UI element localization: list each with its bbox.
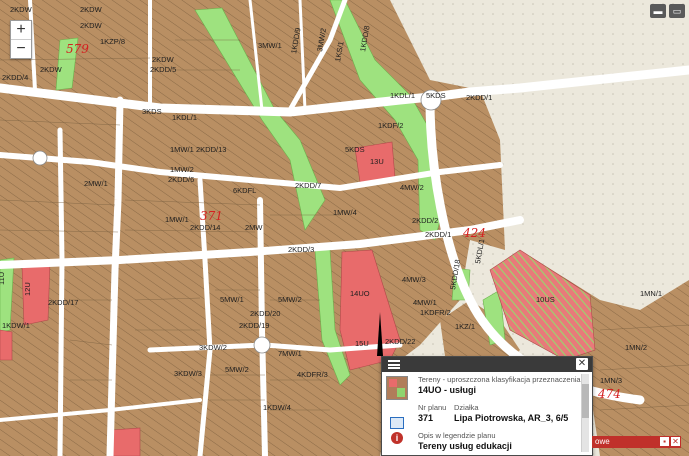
zone-label: 4KDFR/3 xyxy=(297,370,328,379)
zone-label: 1KZ/1 xyxy=(455,322,475,331)
zone-label: 6KDFL xyxy=(233,186,256,195)
zone-label: 4MW/1 xyxy=(413,298,437,307)
zone-label: 2KDD/6 xyxy=(168,175,194,184)
close-icon[interactable]: ✕ xyxy=(576,358,588,370)
zone-label: 2KDW xyxy=(40,65,63,74)
zone-label: 2MW xyxy=(245,223,263,232)
legend-value: Tereny usług edukacji xyxy=(418,441,512,451)
zone-label: 1MW/1 xyxy=(165,215,189,224)
close-icon[interactable]: ✕ xyxy=(671,437,680,446)
zone-label: 2KDD/19 xyxy=(239,321,269,330)
zone-label: 2KDW xyxy=(80,5,103,14)
popup-body: Tereny - uproszczona klasyfikacja przezn… xyxy=(382,372,592,455)
zone-label: 2KDD/2 xyxy=(412,216,438,225)
zone-label: 1MW/4 xyxy=(333,208,357,217)
zone-label: 1MW/2 xyxy=(170,165,194,174)
plan-label: Nr planu xyxy=(418,403,447,412)
zone-label: 1KDL/1 xyxy=(172,113,197,122)
zone-label: 1KDF/2 xyxy=(378,121,403,130)
roundabout xyxy=(253,336,271,354)
zone-label: 5KDS xyxy=(345,145,365,154)
zone-label: 10US xyxy=(536,295,555,304)
zone-label: 3KDS xyxy=(142,107,162,116)
zone-label: 2KDW xyxy=(152,55,175,64)
zone-label: 1MW/1 xyxy=(170,145,194,154)
popup-scrollbar[interactable] xyxy=(581,374,589,452)
zone-label: 5MW/2 xyxy=(278,295,302,304)
popup-header: ✕ xyxy=(382,357,592,372)
menu-icon[interactable] xyxy=(388,360,400,369)
zone-label: 5MW/2 xyxy=(225,365,249,374)
layer-thumbnail-icon xyxy=(386,376,408,400)
zone-label: 2KDW xyxy=(80,21,103,30)
zone-label: 12U xyxy=(23,282,32,296)
zoom-in-button[interactable]: + xyxy=(11,21,31,40)
plan-number: 474 xyxy=(597,387,621,401)
comment-icon[interactable]: ▬ xyxy=(650,4,666,18)
plan-number: 371 xyxy=(200,209,223,223)
zone-label: 13U xyxy=(370,157,384,166)
feature-info-popup: ✕ Tereny - uproszczona klasyfikacja prze… xyxy=(381,356,593,456)
zone-label: 2KDD/7 xyxy=(295,181,321,190)
scrollbar-thumb[interactable] xyxy=(582,384,589,418)
zone-label: 2MW/1 xyxy=(84,179,108,188)
zone-label: 1KDL/1 xyxy=(390,91,415,100)
zone-label: 1KDW/1 xyxy=(2,321,30,330)
zone-label: 2KDD/20 xyxy=(250,309,280,318)
status-bar-label: owe xyxy=(595,437,610,446)
zone-label: 2KDD/5 xyxy=(150,65,176,74)
zone-label: 14UO xyxy=(350,289,370,298)
zone-label: 1KDW/4 xyxy=(263,403,291,412)
zone-label: 1MN/2 xyxy=(625,343,647,352)
zone-label: 1KDFR/2 xyxy=(420,308,451,317)
zone-label: 11U xyxy=(0,272,6,285)
zone-label: 3KDW/2 xyxy=(199,343,227,352)
zone-label: 4MW/3 xyxy=(402,275,426,284)
info-icon[interactable]: i xyxy=(391,432,403,444)
zone-label: 2KDD/14 xyxy=(190,223,220,232)
zone-label: 5KDS xyxy=(426,91,446,100)
plot-label: Działka xyxy=(454,403,479,412)
zone-label: 7MW/1 xyxy=(278,349,302,358)
zone-label: 2KDD/3 xyxy=(288,245,314,254)
plan-number: 424 xyxy=(462,226,486,240)
zone-label: 1MN/3 xyxy=(600,376,622,385)
roundabout xyxy=(32,150,48,166)
zone-label: 2KDD/4 xyxy=(2,73,28,82)
zone-label: 1KZP/8 xyxy=(100,37,125,46)
legend-icon[interactable] xyxy=(390,417,404,429)
plan-value: 371 xyxy=(418,413,434,423)
zone-label: 2KDD/22 xyxy=(385,337,415,346)
zone-label: 2KDW xyxy=(10,5,33,14)
minimize-icon[interactable]: ▪ xyxy=(660,437,669,446)
zone-value: 14UO - usługi xyxy=(418,385,477,395)
monitor-icon[interactable]: ▭ xyxy=(669,4,685,18)
zone-label: 4MW/2 xyxy=(400,183,424,192)
plot-value: Lipa Piotrowska, AR_3, 6/5 xyxy=(454,413,569,423)
zone-label: 2KDD/1 xyxy=(425,230,451,239)
layer-label: Tereny - uproszczona klasyfikacja przezn… xyxy=(418,375,581,384)
legend-label: Opis w legendzie planu xyxy=(418,431,496,440)
status-bar: owe ▪ ✕ xyxy=(592,436,681,448)
zone-label: 3KDW/3 xyxy=(174,369,202,378)
zone-label: 15U xyxy=(355,339,369,348)
zone-label: 3MW/1 xyxy=(258,41,282,50)
zoom-out-button[interactable]: − xyxy=(11,40,31,58)
zone-label: 2KDD/13 xyxy=(196,145,226,154)
zone-label: 2KDD/1 xyxy=(466,93,492,102)
zone-label: 2KDD/17 xyxy=(48,298,78,307)
zone-label: 5MW/1 xyxy=(220,295,244,304)
zoom-control: + − xyxy=(10,20,32,59)
zone-label: 1MN/1 xyxy=(640,289,662,298)
plan-number: 579 xyxy=(66,42,89,56)
